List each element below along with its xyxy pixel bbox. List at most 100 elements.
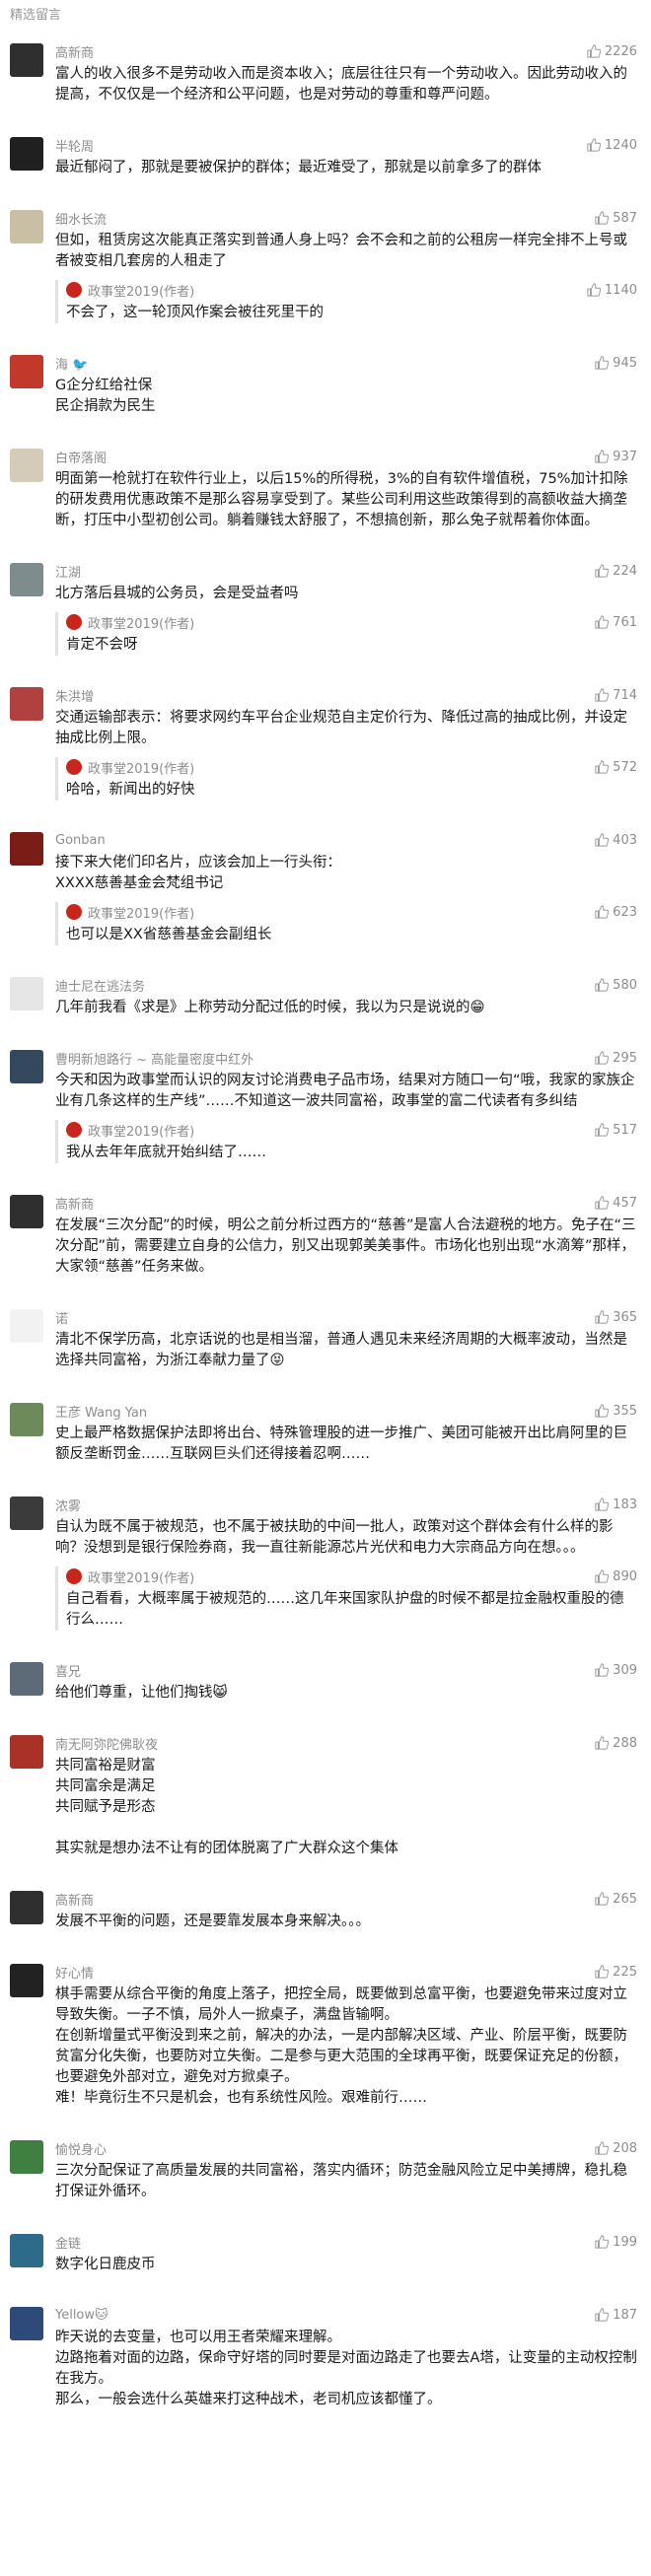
like-button[interactable]: 265 bbox=[595, 1892, 637, 1907]
avatar[interactable] bbox=[10, 1735, 43, 1769]
reply-like-button[interactable]: 623 bbox=[595, 905, 637, 920]
like-button[interactable]: 199 bbox=[595, 2235, 637, 2250]
author-reply: 政事堂2019(作者) 1140 不会了，这一轮顶风作案会被往死里干的 bbox=[55, 280, 637, 323]
avatar[interactable] bbox=[10, 1662, 43, 1696]
like-button[interactable]: 587 bbox=[595, 211, 637, 226]
reply-like-button[interactable]: 572 bbox=[595, 760, 637, 775]
comment-body: 朱洪增 714 交通运输部表示：将要求网约车平台企业规范自主定价行为、降低过高的抽成… bbox=[55, 685, 637, 801]
thumbs-up-icon bbox=[595, 1123, 610, 1137]
like-button[interactable]: 714 bbox=[595, 688, 637, 703]
avatar[interactable] bbox=[10, 1403, 43, 1436]
avatar[interactable] bbox=[10, 2234, 43, 2267]
comment-body: 白帝落阁 937 明面第一枪就打在软件行业上，以后15%的所得税，3%的自有软件增值… bbox=[55, 447, 637, 531]
like-count: 295 bbox=[613, 1050, 637, 1066]
comment-item: 喜兄 309 给他们尊重，让他们掏钱😸 bbox=[0, 1660, 651, 1704]
reply-author-name: 政事堂2019(作者) bbox=[88, 1124, 195, 1140]
thumbs-up-icon bbox=[595, 1663, 610, 1677]
like-button[interactable]: 208 bbox=[595, 2141, 637, 2156]
comment-spacer bbox=[0, 2202, 651, 2222]
like-button[interactable]: 945 bbox=[595, 356, 637, 371]
like-button[interactable]: 288 bbox=[595, 1736, 637, 1751]
comment-spacer bbox=[0, 178, 651, 198]
like-count: 225 bbox=[613, 1964, 637, 1980]
author-badge-icon bbox=[66, 759, 82, 775]
comment-item: 愉悦身心 208 三次分配保证了高质量发展的共同富裕，落实内循环；防范金融风险立足中… bbox=[0, 2138, 651, 2202]
avatar[interactable] bbox=[10, 977, 43, 1010]
like-button[interactable]: 937 bbox=[595, 450, 637, 464]
avatar[interactable] bbox=[10, 355, 43, 388]
reply-like-button[interactable]: 517 bbox=[595, 1123, 637, 1138]
like-count: 365 bbox=[613, 1309, 637, 1325]
comment-header: 诺 365 bbox=[55, 1307, 637, 1327]
avatar[interactable] bbox=[10, 1497, 43, 1530]
avatar[interactable] bbox=[10, 449, 43, 482]
avatar[interactable] bbox=[10, 2307, 43, 2340]
comment-header: 王彦 Wang Yan 355 bbox=[55, 1401, 637, 1421]
avatar[interactable] bbox=[10, 1309, 43, 1343]
comment-body: 曹明新旭路行 ~ 高能量密度中红外 295 今天和因为政事堂而认识的网友讨论消费电子… bbox=[55, 1048, 637, 1163]
comment-body: 半轮周 1240 最近郁闷了，那就是要被保护的群体；最近难受了，那就是以前拿多了的群… bbox=[55, 135, 637, 178]
thumbs-up-icon bbox=[595, 760, 610, 774]
author-badge-icon bbox=[66, 282, 82, 298]
nickname: 迪士尼在逃法务 bbox=[55, 979, 146, 995]
like-button[interactable]: 187 bbox=[595, 2308, 637, 2323]
nickname: 高新商 bbox=[55, 1197, 95, 1213]
comment-header: 愉悦身心 208 bbox=[55, 2138, 637, 2158]
reply-header: 政事堂2019(作者) 890 bbox=[66, 1566, 637, 1586]
like-count: 265 bbox=[613, 1891, 637, 1907]
comment-body: 好心情 225 棋手需要从综合平衡的角度上落子，把控全局，既要做到总富平衡，也要避免… bbox=[55, 1962, 637, 2109]
avatar[interactable] bbox=[10, 43, 43, 77]
author-reply: 政事堂2019(作者) 890 自己看看，大概率属于被规范的……这几年来国家队护盘的… bbox=[55, 1566, 637, 1631]
author-reply: 政事堂2019(作者) 761 肯定不会呀 bbox=[55, 612, 637, 656]
avatar[interactable] bbox=[10, 1195, 43, 1228]
comment-header: 海 🐦 945 bbox=[55, 353, 637, 373]
avatar[interactable] bbox=[10, 1891, 43, 1924]
comment-header: 好心情 225 bbox=[55, 1962, 637, 1982]
like-button[interactable]: 355 bbox=[595, 1404, 637, 1419]
reply-header: 政事堂2019(作者) 517 bbox=[66, 1120, 637, 1140]
avatar[interactable] bbox=[10, 137, 43, 171]
avatar[interactable] bbox=[10, 563, 43, 596]
comment-text: 富人的收入很多不是劳动收入而是资本收入；底层往往只有一个劳动收入。因此劳动收入的… bbox=[55, 66, 627, 103]
like-button[interactable]: 295 bbox=[595, 1051, 637, 1066]
thumbs-up-icon bbox=[595, 905, 610, 919]
comment-spacer bbox=[0, 945, 651, 965]
reply-text: 哈哈，新闻出的好快 bbox=[66, 782, 195, 798]
comment-header: 金链 199 bbox=[55, 2232, 637, 2252]
avatar[interactable] bbox=[10, 832, 43, 866]
avatar[interactable] bbox=[10, 2140, 43, 2174]
avatar[interactable] bbox=[10, 210, 43, 244]
like-button[interactable]: 309 bbox=[595, 1663, 637, 1678]
comment-header: 高新商 2226 bbox=[55, 41, 637, 61]
like-button[interactable]: 580 bbox=[595, 978, 637, 993]
reply-like-button[interactable]: 1140 bbox=[587, 283, 637, 298]
nickname: 高新商 bbox=[55, 1893, 95, 1909]
comment-item: 好心情 225 棋手需要从综合平衡的角度上落子，把控全局，既要做到总富平衡，也要避免… bbox=[0, 1962, 651, 2109]
like-button[interactable]: 457 bbox=[595, 1196, 637, 1211]
avatar[interactable] bbox=[10, 1050, 43, 1083]
comment-item: 金链 199 数字化日鹿皮币 bbox=[0, 2232, 651, 2275]
like-button[interactable]: 365 bbox=[595, 1310, 637, 1325]
comment-text: 数字化日鹿皮币 bbox=[55, 2257, 156, 2272]
like-button[interactable]: 225 bbox=[595, 1965, 637, 1980]
comment-spacer bbox=[0, 2109, 651, 2128]
like-count: 187 bbox=[613, 2307, 637, 2323]
like-button[interactable]: 224 bbox=[595, 564, 637, 579]
reply-author-name: 政事堂2019(作者) bbox=[88, 1570, 195, 1586]
reply-author-name: 政事堂2019(作者) bbox=[88, 284, 195, 300]
avatar[interactable] bbox=[10, 1964, 43, 1997]
comment-item: 朱洪增 714 交通运输部表示：将要求网约车平台企业规范自主定价行为、降低过高的抽成… bbox=[0, 685, 651, 801]
reply-like-button[interactable]: 890 bbox=[595, 1569, 637, 1584]
comment-body: 愉悦身心 208 三次分配保证了高质量发展的共同富裕，落实内循环；防范金融风险立足中… bbox=[55, 2138, 637, 2202]
author-badge-icon bbox=[66, 904, 82, 920]
comment-text: 自认为既不属于被规范，也不属于被扶助的中间一批人，政策对这个群体会有什么样的影响… bbox=[55, 1519, 614, 1556]
like-button[interactable]: 1240 bbox=[587, 138, 637, 153]
like-button[interactable]: 403 bbox=[595, 833, 637, 848]
reply-like-button[interactable]: 761 bbox=[595, 615, 637, 630]
nickname: 愉悦身心 bbox=[55, 2142, 108, 2158]
thumbs-up-icon bbox=[595, 2308, 610, 2322]
reply-header: 政事堂2019(作者) 623 bbox=[66, 902, 637, 922]
like-button[interactable]: 2226 bbox=[587, 44, 637, 59]
like-button[interactable]: 183 bbox=[595, 1497, 637, 1512]
avatar[interactable] bbox=[10, 687, 43, 721]
